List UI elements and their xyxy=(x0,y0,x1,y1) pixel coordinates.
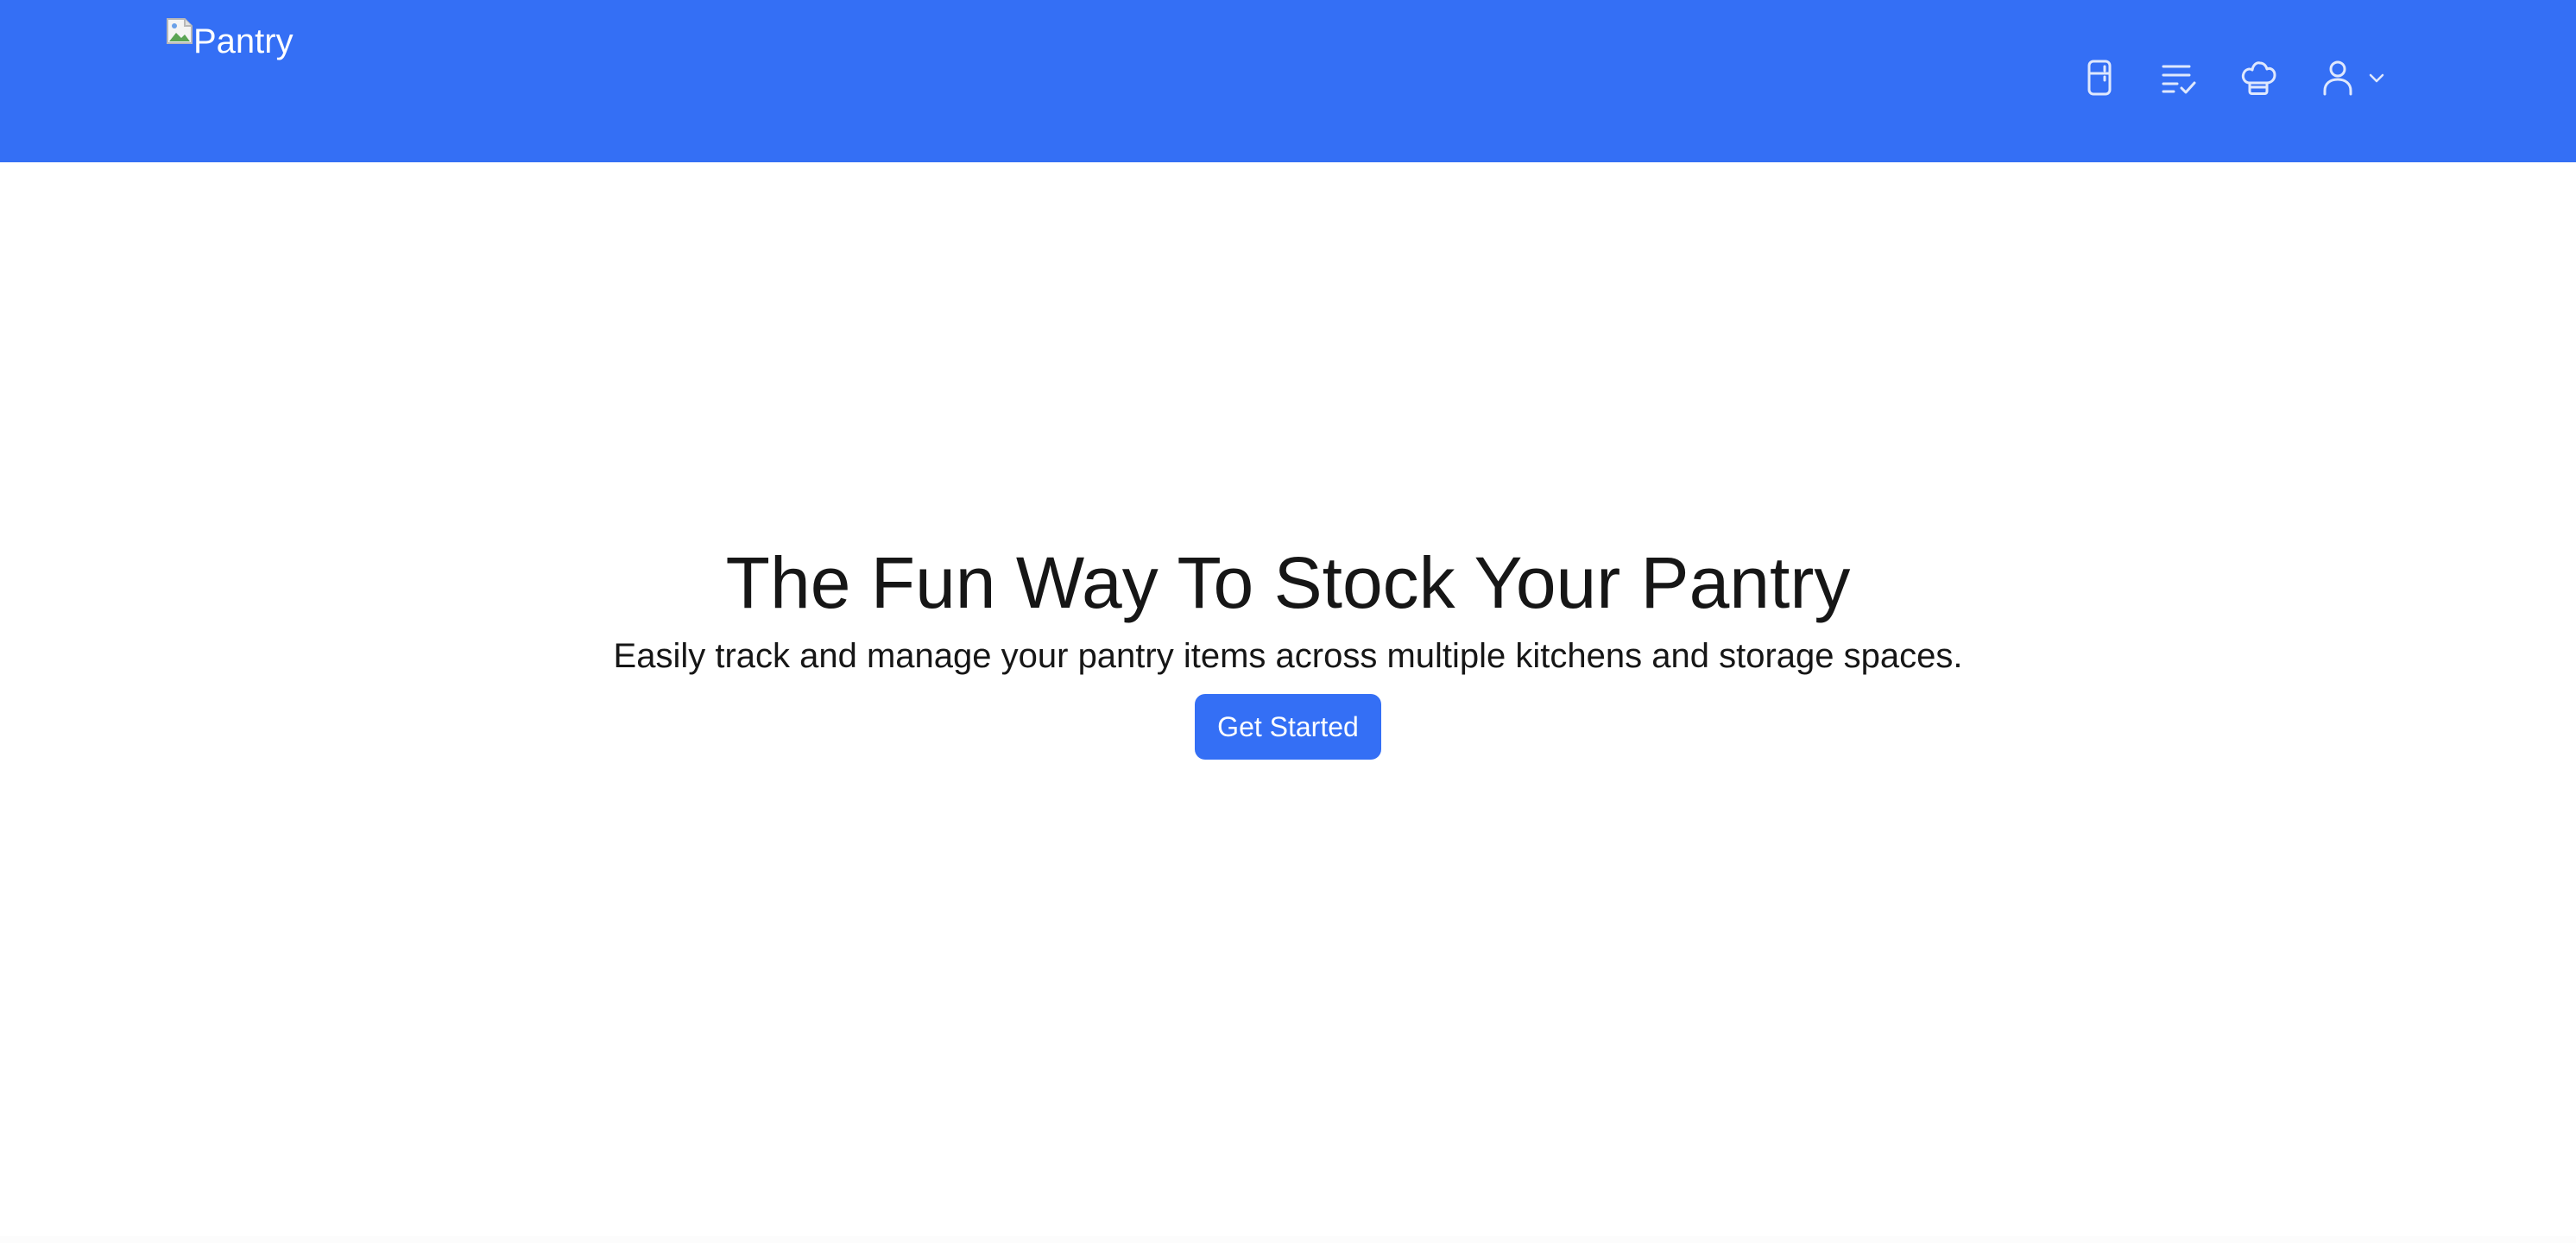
nav-icons xyxy=(2077,55,2386,100)
hero-subtitle: Easily track and manage your pantry item… xyxy=(613,637,1963,675)
get-started-button[interactable]: Get Started xyxy=(1195,694,1381,760)
checklist-icon xyxy=(2160,59,2198,97)
navbar: Pantry xyxy=(0,0,2576,162)
shopping-list-nav-button[interactable] xyxy=(2156,55,2201,100)
logo-alt-text: Pantry xyxy=(193,22,294,60)
chevron-down-icon xyxy=(2367,68,2386,87)
user-menu-button[interactable] xyxy=(2315,55,2386,100)
user-icon xyxy=(2315,55,2360,100)
page-footer-edge xyxy=(0,1236,2576,1243)
pantry-nav-button[interactable] xyxy=(2077,55,2122,100)
logo-link[interactable]: Pantry xyxy=(166,16,294,67)
recipes-nav-button[interactable] xyxy=(2236,55,2281,100)
chef-hat-icon xyxy=(2239,59,2277,97)
hero-section: The Fun Way To Stock Your Pantry Easily … xyxy=(0,535,2576,760)
fridge-icon xyxy=(2080,59,2118,97)
broken-image-icon xyxy=(166,17,193,45)
hero-title: The Fun Way To Stock Your Pantry xyxy=(725,542,1851,623)
